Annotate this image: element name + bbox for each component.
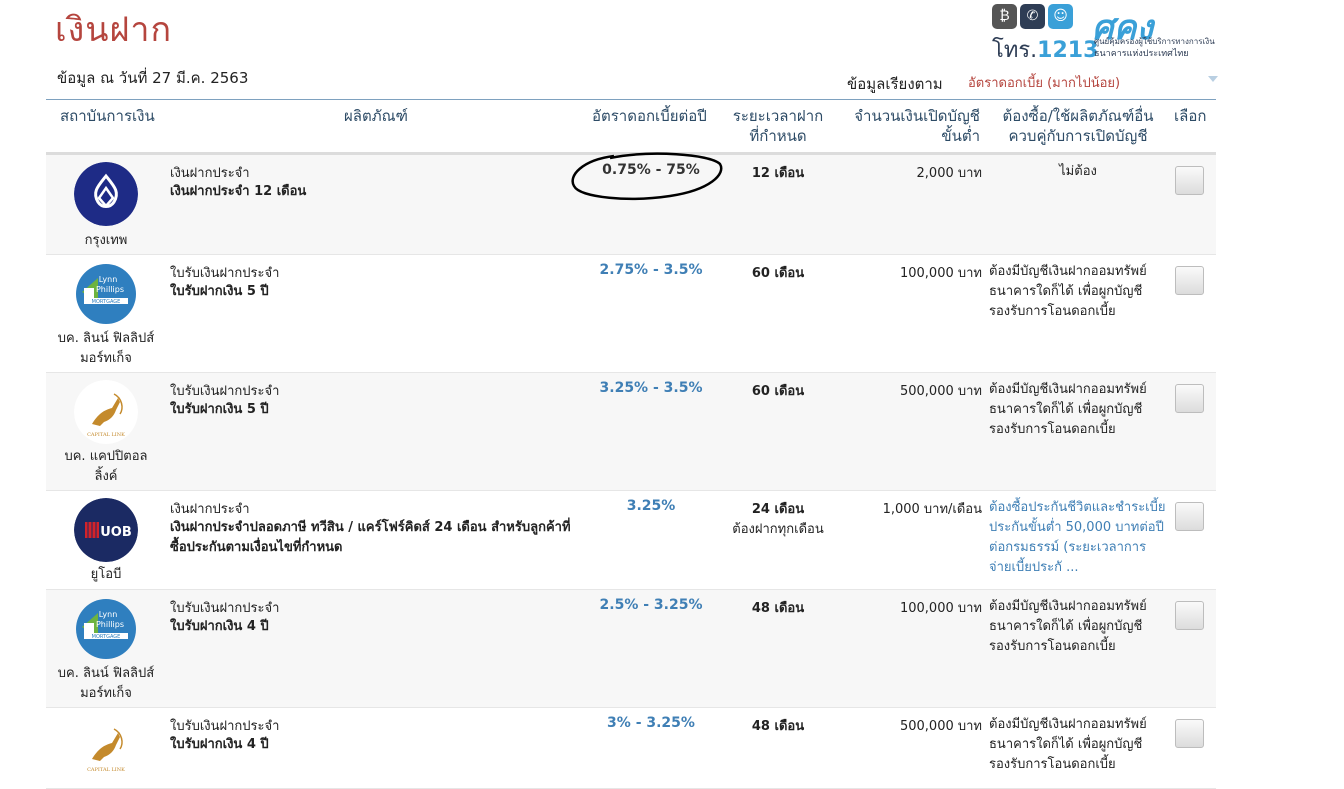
col-term: ระยะเวลาฝาก ที่กำหนด xyxy=(732,107,824,145)
brand-subtitle-bank: ธนาคารแห่งประเทศไทย xyxy=(1094,49,1189,59)
requirement: ต้องมีบัญชีเงินฝากออมทรัพย์ ธนาคารใดก็ได… xyxy=(989,599,1147,654)
svg-text:CAPITAL LINK: CAPITAL LINK xyxy=(87,767,125,773)
col-select: เลือก xyxy=(1174,107,1207,125)
deposit-term: 48 เดือน xyxy=(751,601,805,616)
table-row[interactable]: Lynn Phillips MORTGAGE บค. ลินน์ ฟิลลิปส… xyxy=(46,590,1216,708)
col-min-amount: จำนวนเงินเปิดบัญชี ขั้นต่ำ xyxy=(854,107,980,145)
bank-name: กรุงเทพ xyxy=(84,233,128,248)
col-requirement: ต้องซื้อ/ใช้ผลิตภัณฑ์อื่น ควบคู่กับการเปิ… xyxy=(1002,107,1154,145)
product-type: ใบรับเงินฝากประจำ xyxy=(170,719,280,734)
table-row[interactable]: CAPITAL LINK บค. แคปปิตอล ลิ้งค์ ใบรับเงิ… xyxy=(46,373,1216,491)
min-amount: 100,000 บาท xyxy=(899,266,982,281)
deposit-term: 60 เดือน xyxy=(751,384,805,399)
product-name[interactable]: เงินฝากประจำ 12 เดือน xyxy=(170,182,580,202)
page-title: เงินฝาก xyxy=(55,10,173,50)
phone-icon: ✆ xyxy=(1020,4,1045,29)
svg-text:Lynn: Lynn xyxy=(99,275,118,284)
select-checkbox[interactable] xyxy=(1175,719,1204,748)
bitcoin-icon: ₿ xyxy=(992,4,1017,29)
min-amount: 2,000 บาท xyxy=(916,166,982,181)
svg-text:Phillips: Phillips xyxy=(96,285,124,294)
deposit-term: 12 เดือน xyxy=(751,166,805,181)
col-product: ผลิตภัณฑ์ xyxy=(344,107,408,125)
svg-text:Lynn: Lynn xyxy=(99,610,118,619)
svg-text:CAPITAL LINK: CAPITAL LINK xyxy=(87,432,125,438)
min-amount: 100,000 บาท xyxy=(899,601,982,616)
requirement: ต้องมีบัญชีเงินฝากออมทรัพย์ ธนาคารใดก็ได… xyxy=(989,264,1147,319)
deposit-term: 24 เดือน xyxy=(751,502,805,517)
svg-text:Phillips: Phillips xyxy=(96,620,124,629)
requirement: ต้องมีบัญชีเงินฝากออมทรัพย์ ธนาคารใดก็ได… xyxy=(989,717,1147,772)
interest-rate[interactable]: 3% - 3.25% xyxy=(576,715,726,731)
select-checkbox[interactable] xyxy=(1175,266,1204,295)
min-amount: 500,000 บาท xyxy=(899,719,982,734)
hand-drawn-circle-annotation xyxy=(571,152,723,200)
bangkok-bank-logo xyxy=(74,162,138,226)
product-name[interactable]: ใบรับฝากเงิน 4 ปี xyxy=(170,617,580,637)
product-name[interactable]: ใบรับฝากเงิน 5 ปี xyxy=(170,400,580,420)
product-type: ใบรับเงินฝากประจำ xyxy=(170,384,280,399)
fcc-logo[interactable]: ₿ ✆ ☺ โทร.1213 ศคง ศูนย์คุ้มครองผู้ใช้บร… xyxy=(990,2,1215,63)
svg-text:UOB: UOB xyxy=(100,525,132,540)
interest-rate[interactable]: 3.25% - 3.5% xyxy=(576,380,726,396)
interest-rate[interactable]: 2.5% - 3.25% xyxy=(576,597,726,613)
data-date: ข้อมูล ณ วันที่ 27 มี.ค. 2563 xyxy=(57,69,249,87)
select-checkbox[interactable] xyxy=(1175,166,1204,195)
product-name[interactable]: ใบรับฝากเงิน 5 ปี xyxy=(170,282,580,302)
product-type: ใบรับเงินฝากประจำ xyxy=(170,266,280,281)
requirement-link[interactable]: ต้องซื้อประกันชีวิตและชำระเบี้ยประกันขั้… xyxy=(989,498,1167,578)
product-name[interactable]: เงินฝากประจำปลอดภาษี ทวีสิน / แคร์โฟร์คิ… xyxy=(170,518,580,558)
select-checkbox[interactable] xyxy=(1175,502,1204,531)
select-checkbox[interactable] xyxy=(1175,601,1204,630)
chevron-down-icon xyxy=(1208,76,1218,82)
product-type: เงินฝากประจำ xyxy=(170,166,250,181)
interest-rate[interactable]: 2.75% - 3.5% xyxy=(576,262,726,278)
capital-link-logo: CAPITAL LINK xyxy=(74,380,138,444)
table-row[interactable]: UOB ยูโอบี เงินฝากประจำ เงินฝากประจำปลอด… xyxy=(46,491,1216,590)
bank-name: ยูโอบี xyxy=(90,567,122,582)
min-amount: 1,000 บาท/เดือน xyxy=(882,502,982,517)
deposit-term-note: ต้องฝากทุกเดือน xyxy=(732,522,824,537)
col-institution: สถาบันการเงิน xyxy=(60,107,155,125)
lynn-phillips-logo: Lynn Phillips MORTGAGE xyxy=(76,264,136,324)
product-type: ใบรับเงินฝากประจำ xyxy=(170,601,280,616)
svg-text:MORTGAGE: MORTGAGE xyxy=(92,299,121,305)
sort-select-value: อัตราดอกเบี้ย (มากไปน้อย) xyxy=(968,76,1121,91)
capital-link-logo: CAPITAL LINK xyxy=(74,715,138,779)
uob-logo: UOB xyxy=(74,498,138,562)
table-header: สถาบันการเงิน ผลิตภัณฑ์ อัตราดอกเบี้ยต่อ… xyxy=(46,100,1216,155)
col-rate: อัตราดอกเบี้ยต่อปี xyxy=(592,107,707,125)
product-name[interactable]: ใบรับฝากเงิน 4 ปี xyxy=(170,735,580,755)
requirement: ไม่ต้อง xyxy=(1059,164,1097,179)
bank-name: บค. ลินน์ ฟิลลิปส์ มอร์ทเก็จ xyxy=(57,666,155,701)
bank-name: บค. ลินน์ ฟิลลิปส์ มอร์ทเก็จ xyxy=(57,331,155,366)
deposit-term: 48 เดือน xyxy=(751,719,805,734)
sort-label: ข้อมูลเรียงตาม xyxy=(847,75,943,93)
product-type: เงินฝากประจำ xyxy=(170,502,250,517)
smile-icon: ☺ xyxy=(1048,4,1073,29)
svg-text:MORTGAGE: MORTGAGE xyxy=(92,634,121,640)
hotline-number: โทร.1213 xyxy=(992,38,1099,63)
select-checkbox[interactable] xyxy=(1175,384,1204,413)
sort-select[interactable]: อัตราดอกเบี้ย (มากไปน้อย) xyxy=(968,72,1218,92)
min-amount: 500,000 บาท xyxy=(899,384,982,399)
lynn-phillips-logo: Lynn Phillips MORTGAGE xyxy=(76,599,136,659)
requirement: ต้องมีบัญชีเงินฝากออมทรัพย์ ธนาคารใดก็ได… xyxy=(989,382,1147,437)
table-row[interactable]: CAPITAL LINK ใบรับเงินฝากประจำ ใบรับฝากเ… xyxy=(46,708,1216,789)
table-row[interactable]: Lynn Phillips MORTGAGE บค. ลินน์ ฟิลลิปส… xyxy=(46,255,1216,373)
interest-rate[interactable]: 3.25% xyxy=(576,498,726,514)
bank-name: บค. แคปปิตอล ลิ้งค์ xyxy=(64,449,148,484)
deposit-term: 60 เดือน xyxy=(751,266,805,281)
